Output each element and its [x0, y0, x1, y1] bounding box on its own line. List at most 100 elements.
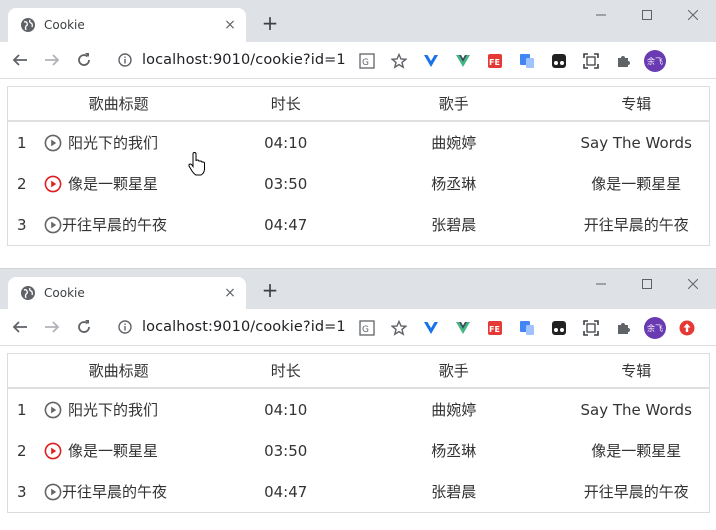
- table-row[interactable]: 2 像是一颗星星 03:50 杨丞琳 像是一颗星星: [8, 430, 709, 471]
- table-header: 歌曲标题 时长 歌手 专辑: [8, 354, 709, 389]
- globe-icon: [20, 17, 36, 33]
- tampermonkey-icon[interactable]: [548, 317, 570, 339]
- bookmark-star-icon[interactable]: [388, 50, 410, 72]
- back-arrow-icon[interactable]: [8, 315, 32, 339]
- table-row[interactable]: 3 开往早晨的午夜 04:47 张碧晨 开往早晨的午夜: [8, 471, 709, 512]
- song-title: 开往早晨的午夜: [62, 216, 168, 234]
- screenshot-icon[interactable]: [580, 317, 602, 339]
- vue-devtools-icon[interactable]: [452, 50, 474, 72]
- fe-helper-icon[interactable]: FE: [484, 317, 506, 339]
- header-album: 专辑: [621, 95, 652, 113]
- header-title: 歌曲标题: [88, 362, 149, 380]
- forward-arrow-icon[interactable]: [40, 48, 64, 72]
- browser-toolbar: localhost:9010/cookie?id=1 G FE 余飞: [0, 309, 716, 346]
- song-album: 像是一颗星星: [591, 175, 682, 193]
- row-index: 1: [17, 400, 27, 419]
- play-icon[interactable]: [44, 401, 62, 419]
- extensions-area: G FE 余飞: [356, 317, 708, 339]
- info-icon[interactable]: [116, 53, 134, 67]
- url-text: localhost:9010/cookie?id=1: [142, 319, 346, 335]
- tab-close-icon[interactable]: ×: [222, 285, 238, 301]
- table-row[interactable]: 1 阳光下的我们 04:10 曲婉婷 Say The Words: [8, 389, 709, 430]
- song-album: Say The Words: [580, 133, 692, 152]
- vue-devtools-blue-icon[interactable]: [420, 50, 442, 72]
- hand-pointer-cursor-icon: [188, 151, 206, 176]
- browser-window-1: Cookie × + localhost:9010/cookie?id=1 G: [0, 0, 716, 268]
- song-title: 阳光下的我们: [68, 401, 159, 419]
- puzzle-icon[interactable]: [612, 317, 634, 339]
- info-icon[interactable]: [116, 320, 134, 334]
- song-album: 像是一颗星星: [591, 442, 682, 460]
- bookmark-star-icon[interactable]: [388, 317, 410, 339]
- tampermonkey-icon[interactable]: [548, 50, 570, 72]
- update-icon[interactable]: [676, 317, 698, 339]
- play-icon-active[interactable]: [44, 442, 62, 460]
- song-table: 歌曲标题 时长 歌手 专辑 1 阳光下的我们 04:10 曲婉婷 Say The…: [7, 353, 710, 513]
- play-icon[interactable]: [44, 483, 62, 501]
- forward-arrow-icon[interactable]: [40, 315, 64, 339]
- browser-tab[interactable]: Cookie ×: [8, 8, 246, 42]
- google-translate-icon[interactable]: [516, 317, 538, 339]
- translate-icon[interactable]: G: [356, 317, 378, 339]
- table-row[interactable]: 3 开往早晨的午夜 04:47 张碧晨 开往早晨的午夜: [8, 204, 709, 245]
- tab-title: Cookie: [44, 286, 85, 300]
- profile-avatar[interactable]: 余飞: [644, 50, 666, 72]
- page-content: 歌曲标题 时长 歌手 专辑 1 阳光下的我们 04:10 曲婉婷 Say The…: [0, 79, 716, 246]
- play-icon-active[interactable]: [44, 175, 62, 193]
- song-singer: 杨丞琳: [431, 175, 477, 193]
- header-singer: 歌手: [438, 362, 469, 380]
- tab-title: Cookie: [44, 18, 85, 32]
- translate-icon[interactable]: G: [356, 50, 378, 72]
- close-window-icon[interactable]: [670, 0, 716, 30]
- table-row[interactable]: 1 阳光下的我们 04:10 曲婉婷 Say The Words: [8, 122, 709, 163]
- new-tab-button[interactable]: +: [258, 12, 282, 36]
- tab-strip: Cookie × +: [0, 269, 716, 309]
- song-duration: 03:50: [264, 174, 308, 193]
- browser-tab[interactable]: Cookie ×: [8, 277, 246, 309]
- table-header: 歌曲标题 时长 歌手 专辑: [8, 87, 709, 122]
- header-album: 专辑: [621, 362, 652, 380]
- song-title: 开往早晨的午夜: [62, 483, 168, 501]
- back-arrow-icon[interactable]: [8, 48, 32, 72]
- play-icon[interactable]: [44, 134, 62, 152]
- vue-devtools-blue-icon[interactable]: [420, 317, 442, 339]
- reload-icon[interactable]: [72, 315, 96, 339]
- table-row[interactable]: 2 像是一颗星星 03:50 杨丞琳 像是一颗星星: [8, 163, 709, 204]
- extensions-area: G FE 余飞: [356, 50, 676, 72]
- header-singer: 歌手: [438, 95, 469, 113]
- song-title: 像是一颗星星: [68, 175, 159, 193]
- window-controls: [578, 269, 716, 299]
- close-window-icon[interactable]: [670, 269, 716, 299]
- page-content: 歌曲标题 时长 歌手 专辑 1 阳光下的我们 04:10 曲婉婷 Say The…: [0, 346, 716, 513]
- row-index: 2: [17, 441, 27, 460]
- screenshot-icon[interactable]: [580, 50, 602, 72]
- svg-text:G: G: [362, 325, 369, 335]
- tab-close-icon[interactable]: ×: [222, 17, 238, 33]
- maximize-icon[interactable]: [624, 0, 670, 30]
- minimize-icon[interactable]: [578, 0, 624, 30]
- new-tab-button[interactable]: +: [258, 279, 282, 303]
- song-duration: 04:10: [264, 400, 308, 419]
- url-text: localhost:9010/cookie?id=1: [142, 52, 346, 68]
- fe-helper-icon[interactable]: FE: [484, 50, 506, 72]
- google-translate-icon[interactable]: [516, 50, 538, 72]
- song-singer: 曲婉婷: [431, 401, 477, 419]
- song-duration: 04:47: [264, 482, 308, 501]
- song-title: 阳光下的我们: [68, 134, 159, 152]
- profile-avatar[interactable]: 余飞: [644, 317, 666, 339]
- vue-devtools-icon[interactable]: [452, 317, 474, 339]
- row-index: 3: [17, 482, 27, 501]
- play-icon[interactable]: [44, 216, 62, 234]
- song-album: 开往早晨的午夜: [583, 483, 689, 501]
- maximize-icon[interactable]: [624, 269, 670, 299]
- song-title: 像是一颗星星: [68, 442, 159, 460]
- svg-text:FE: FE: [489, 58, 500, 67]
- reload-icon[interactable]: [72, 48, 96, 72]
- song-duration: 04:10: [264, 133, 308, 152]
- song-singer: 张碧晨: [431, 483, 477, 501]
- puzzle-icon[interactable]: [612, 50, 634, 72]
- header-duration: 时长: [270, 95, 301, 113]
- minimize-icon[interactable]: [578, 269, 624, 299]
- row-index: 3: [17, 215, 27, 234]
- song-album: Say The Words: [580, 400, 692, 419]
